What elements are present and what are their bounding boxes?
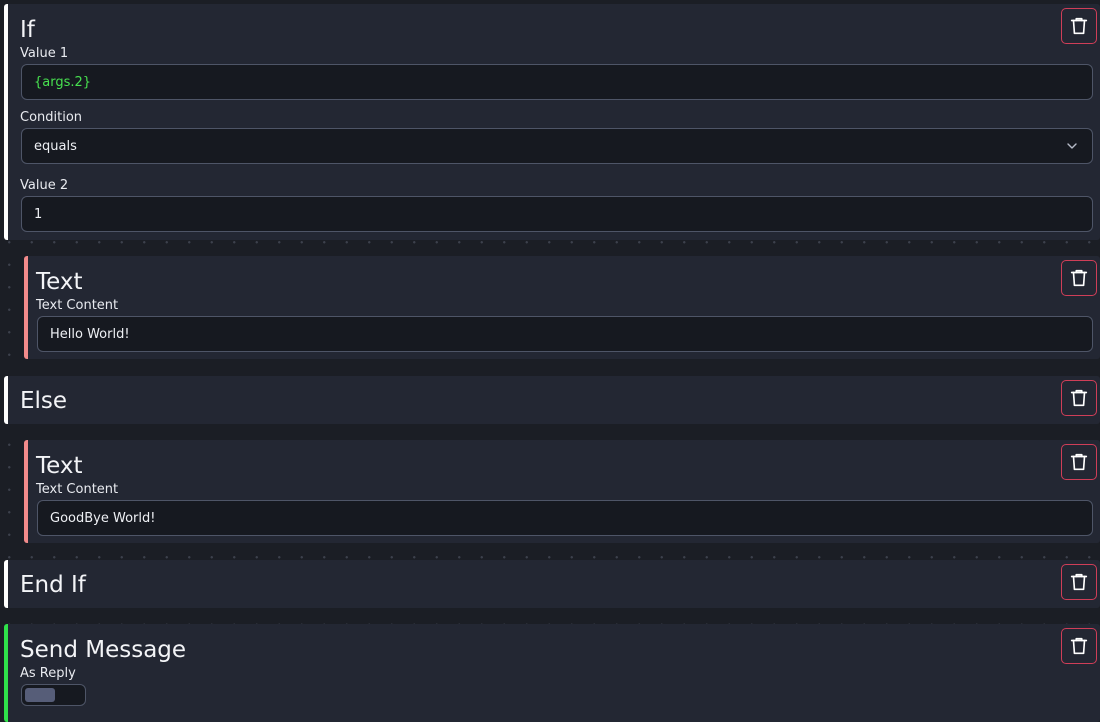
text-content-value: Hello World! [50, 326, 130, 342]
else-block-title: Else [20, 388, 68, 414]
toggle-knob [25, 688, 55, 702]
text-block-2: Text Text Content GoodBye World! [24, 440, 1100, 543]
trash-icon [1070, 637, 1088, 655]
text-2-delete-button[interactable] [1061, 444, 1097, 480]
value-2-input[interactable]: 1 [21, 196, 1093, 232]
else-block: Else [4, 376, 1100, 424]
if-block: If Value 1 {args.2} Condition equals Val… [4, 4, 1100, 240]
end-if-delete-button[interactable] [1061, 564, 1097, 600]
trash-icon [1070, 17, 1088, 35]
as-reply-toggle[interactable] [21, 684, 86, 706]
text-1-delete-button[interactable] [1061, 260, 1097, 296]
text-content-label: Text Content [36, 482, 119, 497]
condition-select[interactable]: equals [21, 128, 1093, 164]
value-1-input[interactable]: {args.2} [21, 64, 1093, 100]
end-if-block-title: End If [20, 572, 86, 598]
else-delete-button[interactable] [1061, 380, 1097, 416]
value-2-text: 1 [34, 206, 43, 222]
value-1-text: {args.2} [34, 74, 92, 90]
text-content-value: GoodBye World! [50, 510, 156, 526]
editor-canvas: If Value 1 {args.2} Condition equals Val… [0, 0, 1100, 722]
trash-icon [1070, 453, 1088, 471]
trash-icon [1070, 389, 1088, 407]
text-block-2-title: Text [36, 453, 83, 479]
condition-selected-value: equals [34, 138, 77, 154]
value-2-label: Value 2 [20, 178, 69, 193]
trash-icon [1070, 269, 1088, 287]
if-block-title: If [20, 17, 35, 43]
value-1-label: Value 1 [20, 46, 69, 61]
end-if-block: End If [4, 560, 1100, 608]
if-delete-button[interactable] [1061, 8, 1097, 44]
text-content-label: Text Content [36, 298, 119, 313]
send-message-block-title: Send Message [20, 637, 187, 663]
chevron-down-icon [1067, 143, 1077, 149]
send-message-delete-button[interactable] [1061, 628, 1097, 664]
send-message-block: Send Message As Reply [4, 624, 1100, 722]
text-block-1-title: Text [36, 269, 83, 295]
text-block-1: Text Text Content Hello World! [24, 256, 1100, 359]
trash-icon [1070, 573, 1088, 591]
text-content-input[interactable]: GoodBye World! [37, 500, 1093, 536]
as-reply-label: As Reply [20, 666, 76, 681]
condition-label: Condition [20, 110, 83, 125]
text-content-input[interactable]: Hello World! [37, 316, 1093, 352]
